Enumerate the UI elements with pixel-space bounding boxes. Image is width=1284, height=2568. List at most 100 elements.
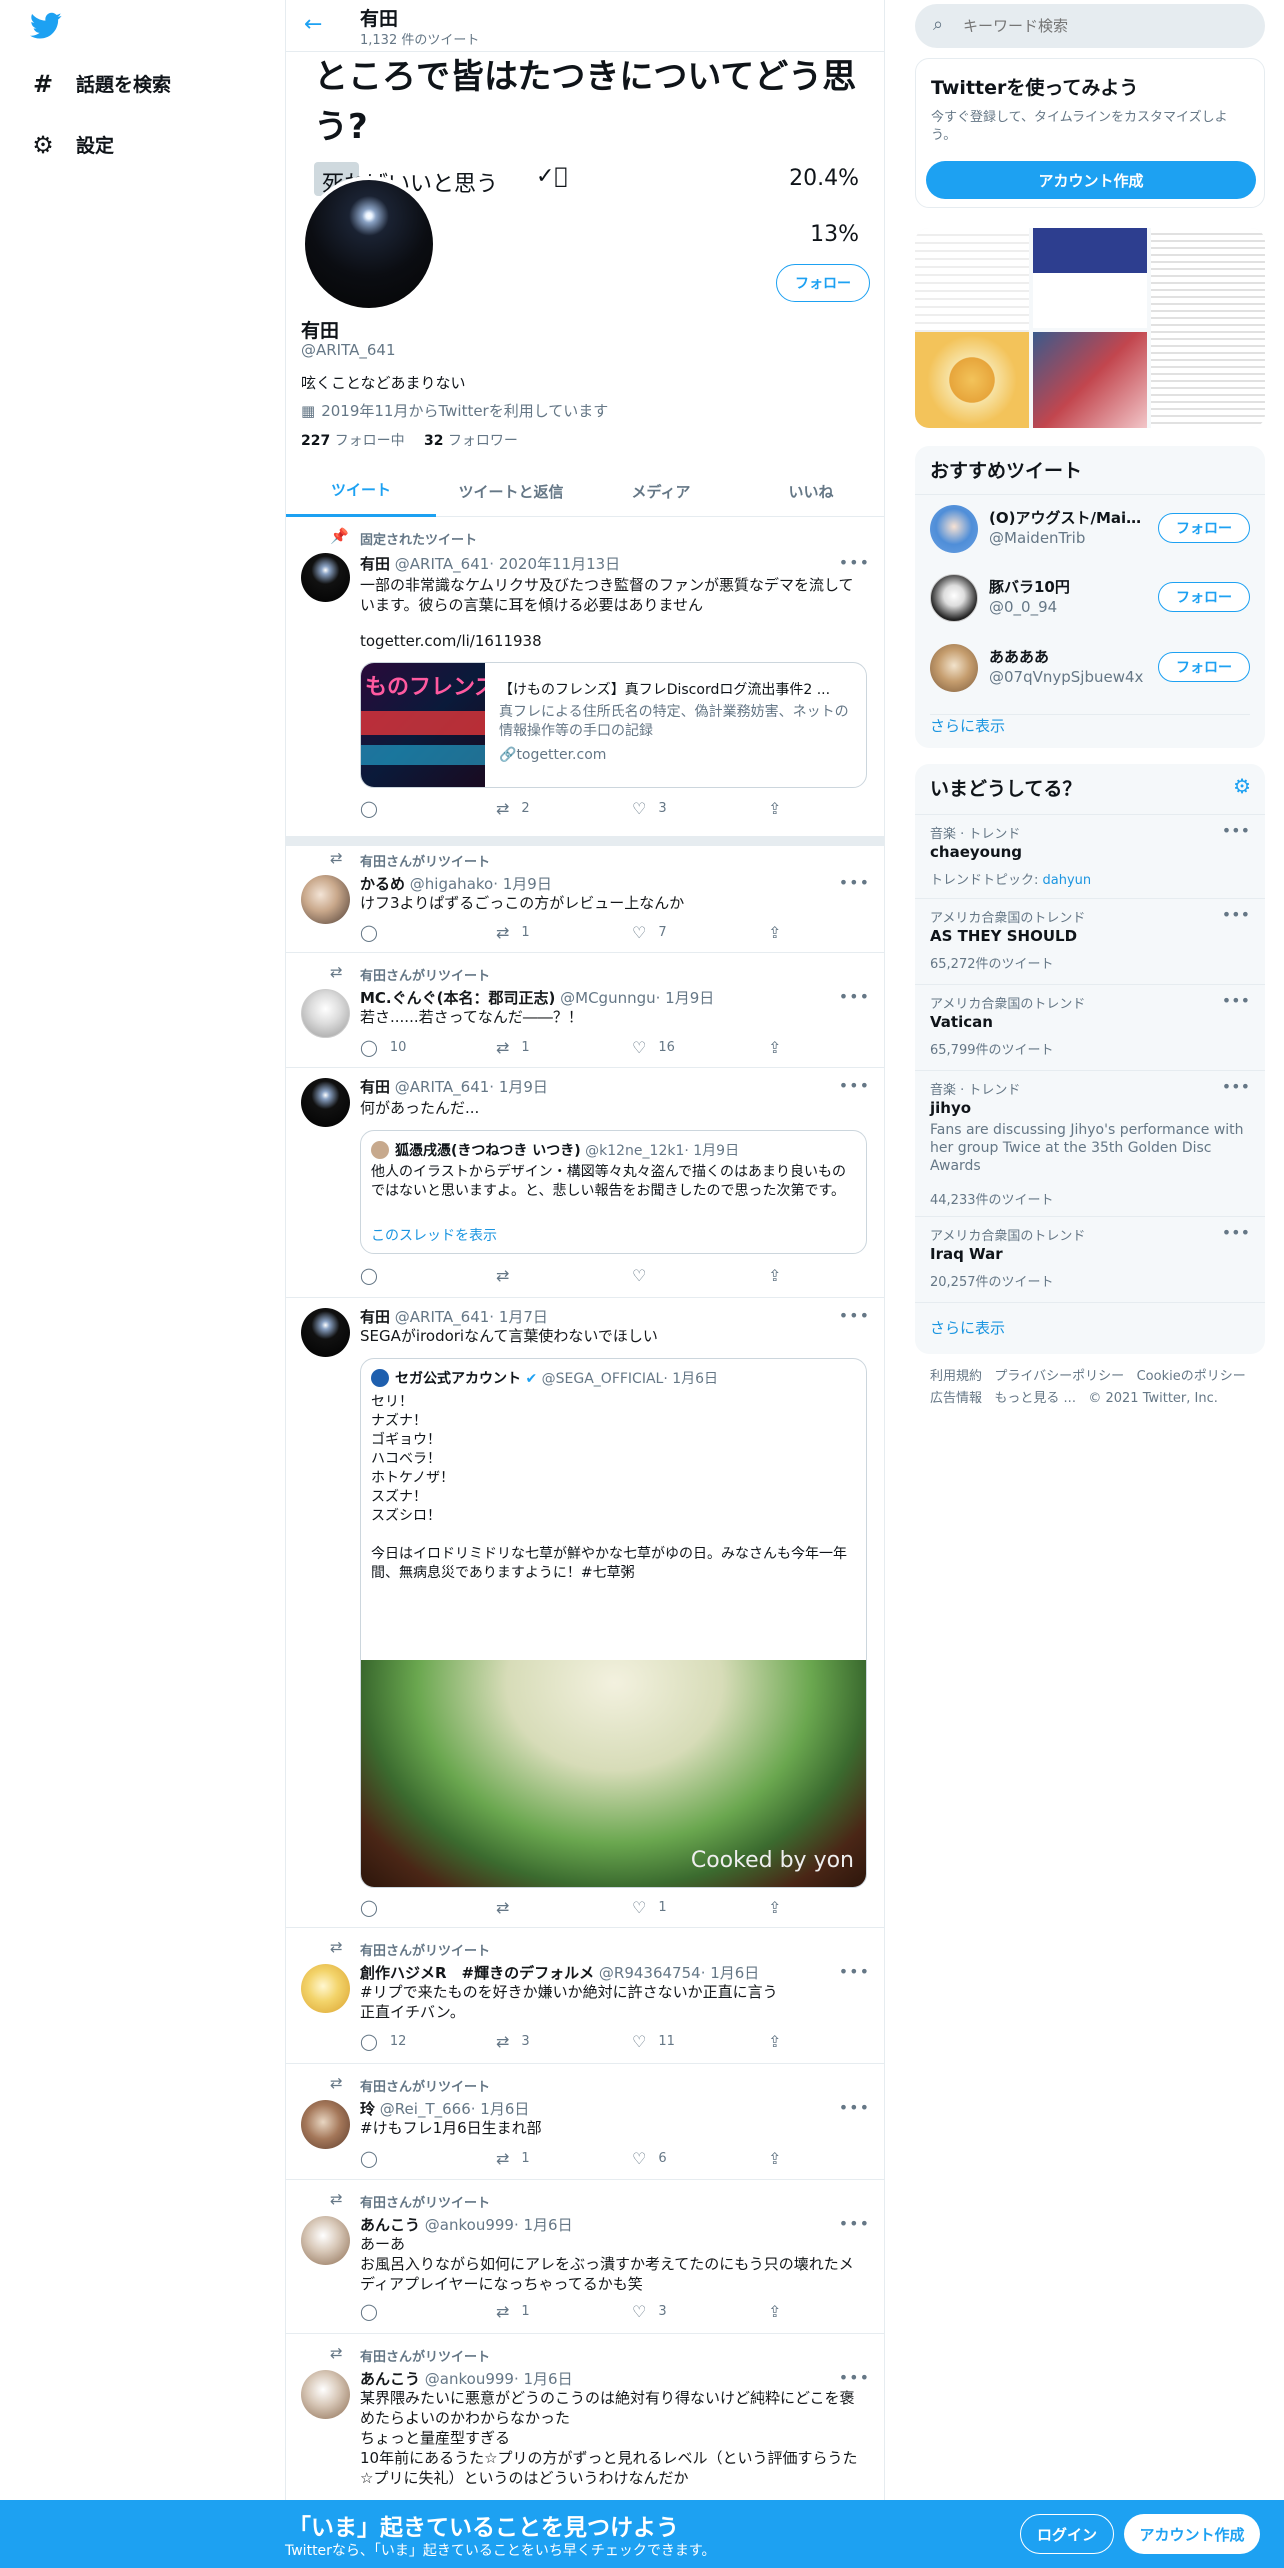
tweet-avatar[interactable] xyxy=(301,989,350,1038)
tweet-author-handle[interactable]: @higahako xyxy=(410,875,493,893)
show-more-link[interactable]: さらに表示 xyxy=(915,1302,1265,1352)
hashtag-link[interactable]: #リプで来たものを好きか嫌いか絶対に許さないか正直に言う xyxy=(360,1982,865,2002)
tweet[interactable]: ⇄ 有田さんがリツイート MC.ぐんぐ(本名：郡司正志) @MCgunngu· … xyxy=(286,953,884,1068)
tweet-avatar[interactable] xyxy=(301,875,350,924)
tweet-avatar[interactable] xyxy=(301,2216,350,2265)
like-button[interactable]: ♡ 16 xyxy=(632,1038,675,1057)
reply-button[interactable]: ◯ xyxy=(360,2149,390,2168)
nav-explore[interactable]: # 話題を検索 xyxy=(30,70,171,98)
reply-button[interactable]: ◯ xyxy=(360,1898,390,1917)
suggested-user[interactable]: 豚バラ10円 @0_0_94 フォロー xyxy=(915,564,1265,634)
more-options-icon[interactable]: ••• xyxy=(1222,821,1250,840)
profile-following[interactable]: 227 フォロー中 xyxy=(301,430,405,450)
media-thumbnail[interactable] xyxy=(915,332,1029,428)
share-button[interactable]: ⇪ xyxy=(768,1038,793,1057)
share-button[interactable]: ⇪ xyxy=(768,2302,793,2321)
more-options-icon[interactable]: ••• xyxy=(1222,1077,1250,1096)
tweet-avatar[interactable] xyxy=(301,2100,350,2149)
more-options-icon[interactable]: ••• xyxy=(839,2368,870,2387)
more-options-icon[interactable]: ••• xyxy=(839,553,870,572)
like-button[interactable]: ♡ xyxy=(632,1266,658,1285)
retweet-button[interactable]: ⇄ 1 xyxy=(496,923,530,942)
media-thumbnail[interactable] xyxy=(1033,228,1147,328)
profile-avatar[interactable] xyxy=(301,176,437,312)
tweet-date[interactable]: · 1月9日 xyxy=(493,875,552,893)
tweet-avatar[interactable] xyxy=(301,1308,350,1357)
tweet-pinned[interactable]: 📌 固定されたツイート 有田 @ARITA_641· 2020年11月13日 •… xyxy=(286,517,884,837)
footer-cookie-link[interactable]: Cookieのポリシー xyxy=(1137,1369,1246,1384)
trend-item[interactable]: アメリカ合衆国のトレンド ••• Iraq War 20,257件のツイート xyxy=(915,1216,1265,1300)
follow-button[interactable]: フォロー xyxy=(1158,652,1250,682)
retweet-button[interactable]: ⇄ 1 xyxy=(496,2149,530,2168)
share-button[interactable]: ⇪ xyxy=(768,2032,793,2051)
show-more-link[interactable]: さらに表示 xyxy=(930,714,1250,736)
show-thread-link[interactable]: このスレッドを表示 xyxy=(371,1225,497,1245)
share-button[interactable]: ⇪ xyxy=(768,1898,793,1917)
suggested-user-avatar[interactable] xyxy=(930,644,978,692)
share-button[interactable]: ⇪ xyxy=(768,1266,793,1285)
tweet-author-name[interactable]: MC.ぐんぐ(本名：郡司正志) xyxy=(360,989,555,1007)
tweet-link[interactable]: togetter.com/li/1611938 xyxy=(360,631,865,651)
tweet-author-handle[interactable]: @ARITA_641 xyxy=(395,555,490,573)
tweet-date[interactable]: · 2020年11月13日 xyxy=(489,555,620,573)
share-button[interactable]: ⇪ xyxy=(768,923,793,942)
tweet-date[interactable]: · 1月9日 xyxy=(656,989,715,1007)
suggested-user-name[interactable]: ああああ xyxy=(989,646,1149,667)
tweet-date[interactable]: · 1月6日 xyxy=(514,2370,573,2388)
tweet[interactable]: 有田 @ARITA_641· 1月7日 ••• SEGAがirodoriなんて言… xyxy=(286,1298,884,1928)
more-options-icon[interactable]: ••• xyxy=(839,873,870,892)
more-options-icon[interactable]: ••• xyxy=(839,2214,870,2233)
retweet-button[interactable]: ⇄ 2 xyxy=(496,799,530,818)
tweet-date[interactable]: · 1月6日 xyxy=(514,2216,573,2234)
more-options-icon[interactable]: ••• xyxy=(839,1306,870,1325)
more-options-icon[interactable]: ••• xyxy=(839,2098,870,2117)
footer-ads-link[interactable]: 広告情報 xyxy=(930,1391,982,1406)
suggested-user[interactable]: (O)アウグスト/Maide... @MaidenTrib フォロー xyxy=(915,494,1265,564)
reply-button[interactable]: ◯ xyxy=(360,799,390,818)
more-options-icon[interactable]: ••• xyxy=(1222,991,1250,1010)
tweet[interactable]: 有田 @ARITA_641· 1月9日 ••• 何があったんだ... 狐憑戌憑(… xyxy=(286,1068,884,1298)
tweet-author-handle[interactable]: @R94364754 xyxy=(599,1964,701,1982)
retweet-button[interactable]: ⇄ xyxy=(496,1898,521,1917)
tweet[interactable]: ⇄ 有田さんがリツイート 玲 @Rei_T_666· 1月6日 ••• #けもフ… xyxy=(286,2064,884,2180)
trend-item[interactable]: アメリカ合衆国のトレンド ••• AS THEY SHOULD 65,272件の… xyxy=(915,898,1265,982)
suggested-user[interactable]: ああああ @07qVnypSjbuew4x フォロー xyxy=(915,634,1265,704)
tab-tweets-replies[interactable]: ツイートと返信 xyxy=(436,465,586,517)
reply-button[interactable]: ◯ xyxy=(360,1266,390,1285)
tweet-author-handle[interactable]: @Rei_T_666 xyxy=(380,2100,471,2118)
reply-button[interactable]: ◯ 10 xyxy=(360,1038,406,1057)
tweet-author-name[interactable]: 創作ハジメR #輝きのデフォルメ xyxy=(360,1964,594,1982)
suggested-user-avatar[interactable] xyxy=(930,505,978,553)
tweet-author-handle[interactable]: @ARITA_641 xyxy=(395,1078,490,1096)
trend-item[interactable]: 音楽 · トレンド ••• jihyo Fans are discussing … xyxy=(915,1070,1265,1214)
more-options-icon[interactable]: ••• xyxy=(839,1076,870,1095)
profile-followers[interactable]: 32 フォロワー xyxy=(424,430,518,450)
follow-button[interactable]: フォロー xyxy=(1158,582,1250,612)
more-options-icon[interactable]: ••• xyxy=(1222,1223,1250,1242)
share-button[interactable]: ⇪ xyxy=(768,2149,793,2168)
tweet-author-name[interactable]: あんこう xyxy=(360,2216,420,2234)
footer-terms-link[interactable]: 利用規約 xyxy=(930,1369,982,1384)
trend-topic-link[interactable]: dahyun xyxy=(1043,873,1092,888)
tab-likes[interactable]: いいね xyxy=(736,465,884,517)
search-input[interactable] xyxy=(963,14,1243,38)
hashtag-link[interactable]: #けもフレ1月6日生まれ部 xyxy=(360,2118,865,2138)
suggested-user-name[interactable]: (O)アウグスト/Maide... xyxy=(989,507,1149,528)
tweet-author-name[interactable]: 有田 xyxy=(360,1308,390,1326)
media-thumbnail[interactable] xyxy=(1151,228,1265,428)
tweet-date[interactable]: · 1月9日 xyxy=(489,1078,548,1096)
more-options-icon[interactable]: ••• xyxy=(839,1962,870,1981)
quoted-tweet[interactable]: セガ公式アカウント ✔ @SEGA_OFFICIAL· 1月6日 セリ！ ナズナ… xyxy=(360,1358,867,1888)
tweet-date[interactable]: · 1月6日 xyxy=(471,2100,530,2118)
retweet-button[interactable]: ⇄ 3 xyxy=(496,2032,530,2051)
create-account-button[interactable]: アカウント作成 xyxy=(926,161,1256,199)
tweet-author-name[interactable]: 有田 xyxy=(360,1078,390,1096)
congee-photo[interactable]: Cooked by yon xyxy=(361,1660,866,1887)
trend-item[interactable]: 音楽 · トレンド ••• chaeyoung トレンドトピック: dahyun xyxy=(915,814,1265,896)
tweet-author-handle[interactable]: @ARITA_641 xyxy=(395,1308,490,1326)
retweet-button[interactable]: ⇄ xyxy=(496,1266,521,1285)
tweet-author-name[interactable]: かるめ xyxy=(360,875,405,893)
share-button[interactable]: ⇪ xyxy=(768,799,793,818)
more-options-icon[interactable]: ••• xyxy=(1222,905,1250,924)
footer-more-link[interactable]: もっと見る ... xyxy=(994,1391,1076,1406)
